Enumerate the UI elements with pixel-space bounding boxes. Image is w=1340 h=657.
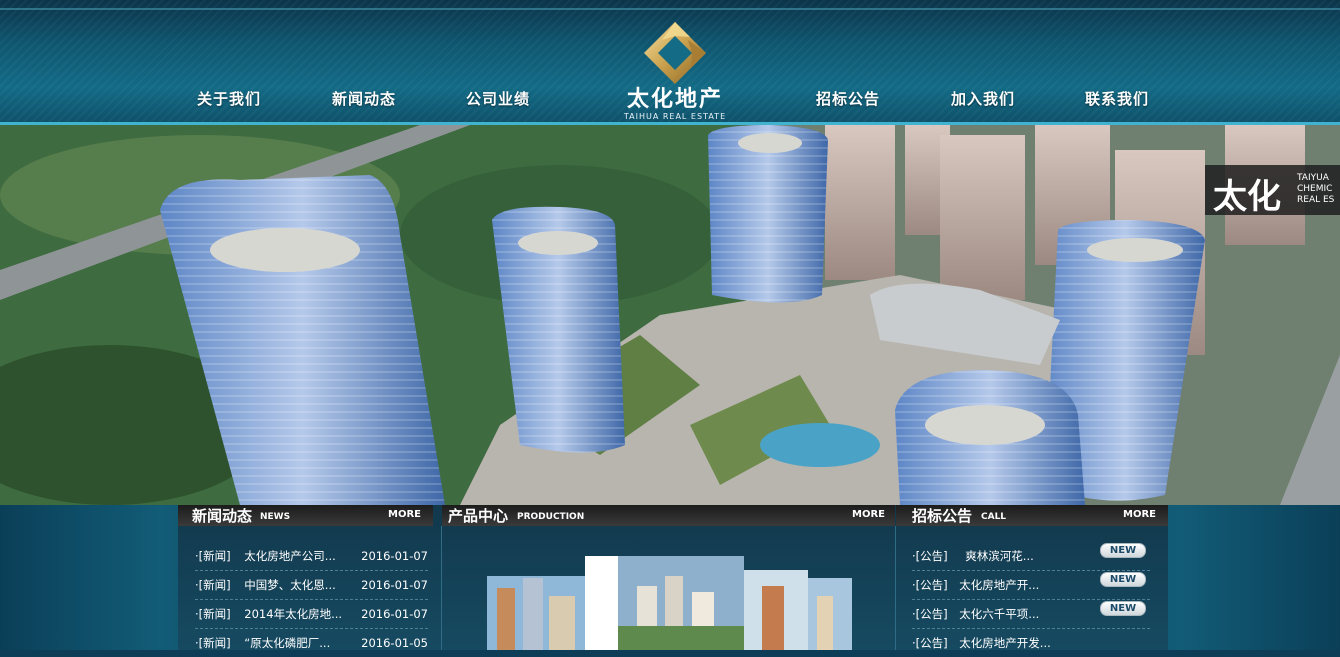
- hero-billboard-logo-text: 太化: [1213, 177, 1281, 217]
- product-carousel[interactable]: [487, 556, 852, 650]
- news-item-title[interactable]: 2014年太化房地...: [244, 607, 342, 621]
- logo-emblem-icon: [644, 22, 706, 84]
- tender-item-tag: ·[公告]: [912, 578, 948, 592]
- tender-item-title[interactable]: 爽林滨河花...: [965, 549, 1033, 563]
- news-item-date: 2016-01-05: [361, 636, 428, 650]
- news-item-date: 2016-01-07: [361, 607, 428, 621]
- news-item-title[interactable]: 中国梦、太化恩...: [244, 578, 335, 592]
- tender-item-tag: ·[公告]: [912, 636, 948, 650]
- tender-item-title[interactable]: 太化六千平项...: [959, 607, 1039, 621]
- news-item-tag: ·[新闻]: [195, 549, 231, 563]
- hero-architecture-illustration: [0, 125, 1340, 505]
- tenders-title-en: CALL: [981, 512, 1007, 522]
- nav-about[interactable]: 关于我们: [197, 88, 261, 109]
- tender-list-item[interactable]: ·[公告] 太化房地产开发...: [912, 629, 1150, 657]
- news-more-link[interactable]: MORE: [388, 509, 421, 520]
- logo-name-en: TAIHUA REAL ESTATE: [623, 112, 727, 121]
- news-item-title[interactable]: “原太化磷肥厂...: [244, 636, 330, 650]
- new-badge: NEW: [1100, 543, 1146, 558]
- news-list-item[interactable]: ·[新闻] 太化房地产公司... 2016-01-07: [195, 542, 428, 571]
- hero-billboard-line: REAL ES: [1297, 195, 1335, 205]
- news-item-date: 2016-01-07: [361, 578, 428, 592]
- news-panel-header: 新闻动态 NEWS MORE: [178, 505, 433, 526]
- news-list-item[interactable]: ·[新闻] “原太化磷肥厂... 2016-01-05: [195, 629, 428, 657]
- tender-item-tag: ·[公告]: [912, 549, 948, 563]
- site-logo[interactable]: 太化地产 TAIHUA REAL ESTATE: [615, 20, 735, 122]
- hero-banner: 太化 TAIYUA CHEMIC REAL ES: [0, 125, 1340, 505]
- news-title-en: NEWS: [260, 512, 291, 522]
- tender-item-title[interactable]: 太化房地产开...: [959, 578, 1039, 592]
- header-top-line: [0, 8, 1340, 10]
- new-badge: NEW: [1100, 572, 1146, 587]
- products-panel-header: 产品中心 PRODUCTION MORE: [442, 505, 895, 526]
- news-list-item[interactable]: ·[新闻] 2014年太化房地... 2016-01-07: [195, 600, 428, 629]
- nav-tenders[interactable]: 招标公告: [816, 88, 880, 109]
- logo-name-cn: 太化地产: [626, 87, 723, 112]
- panel-divider: [441, 526, 442, 650]
- tender-item-title[interactable]: 太化房地产开发...: [959, 636, 1050, 650]
- news-title: 新闻动态: [192, 507, 253, 525]
- new-badge: NEW: [1100, 601, 1146, 616]
- news-list-item[interactable]: ·[新闻] 中国梦、太化恩... 2016-01-07: [195, 571, 428, 600]
- panel-divider: [895, 526, 896, 650]
- news-item-date: 2016-01-07: [361, 549, 428, 563]
- products-more-link[interactable]: MORE: [852, 509, 885, 520]
- nav-performance[interactable]: 公司业绩: [466, 88, 530, 109]
- site-header: 关于我们 新闻动态 公司业绩 太化地产 TAIHUA REAL ESTATE 招…: [0, 0, 1340, 125]
- tenders-title: 招标公告: [912, 507, 973, 525]
- news-item-tag: ·[新闻]: [195, 578, 231, 592]
- tenders-panel-header: 招标公告 CALL MORE: [896, 505, 1168, 526]
- hero-billboard: 太化 TAIYUA CHEMIC REAL ES: [1205, 165, 1340, 217]
- hero-billboard-line: TAIYUA: [1297, 173, 1329, 183]
- nav-news[interactable]: 新闻动态: [332, 88, 396, 109]
- nav-join-us[interactable]: 加入我们: [951, 88, 1015, 109]
- product-thumbnails-image: [487, 556, 852, 650]
- tenders-more-link[interactable]: MORE: [1123, 509, 1156, 520]
- news-item-tag: ·[新闻]: [195, 636, 231, 650]
- hero-billboard-line: CHEMIC: [1297, 184, 1333, 194]
- nav-contact[interactable]: 联系我们: [1085, 88, 1149, 109]
- hero-billboard-subtext: TAIYUA CHEMIC REAL ES: [1297, 173, 1334, 206]
- products-title: 产品中心: [448, 507, 509, 525]
- products-title-en: PRODUCTION: [517, 512, 585, 522]
- news-item-tag: ·[新闻]: [195, 607, 231, 621]
- tender-item-tag: ·[公告]: [912, 607, 948, 621]
- news-item-title[interactable]: 太化房地产公司...: [244, 549, 335, 563]
